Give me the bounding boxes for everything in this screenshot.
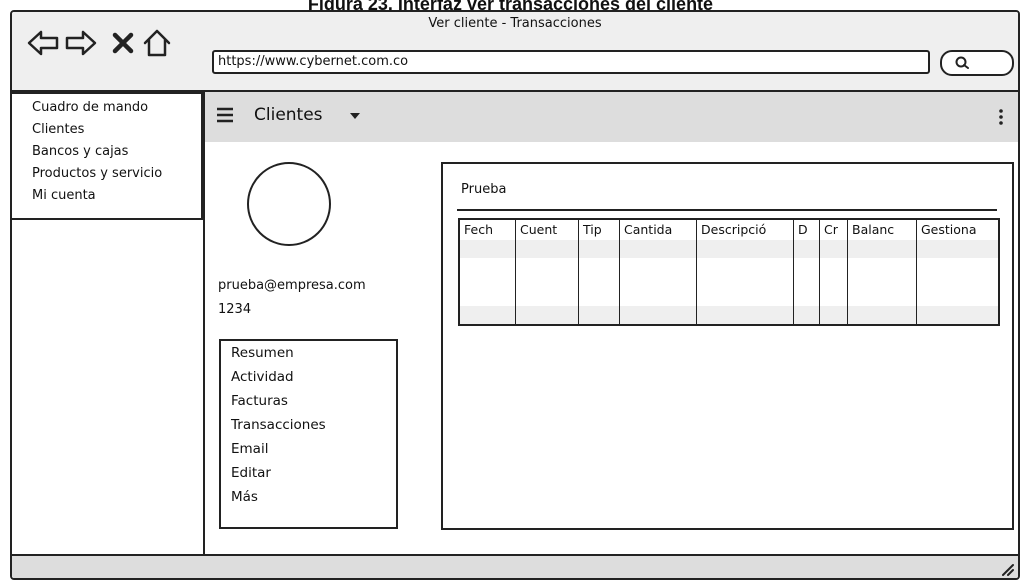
column-header: Cr bbox=[824, 222, 838, 237]
column-cantidad[interactable]: Cantida bbox=[620, 220, 697, 324]
nav-item-bancos-y-cajas[interactable]: Bancos y cajas bbox=[32, 144, 128, 159]
transactions-panel: Prueba Fech Cuent Tip Cantida Descripció… bbox=[441, 162, 1014, 530]
browser-titlebar: Ver cliente - Transacciones https://www.… bbox=[12, 12, 1018, 92]
client-menu-transacciones[interactable]: Transacciones bbox=[231, 417, 326, 433]
client-menu-editar[interactable]: Editar bbox=[231, 465, 271, 481]
clientes-dropdown[interactable]: Clientes bbox=[254, 105, 323, 125]
column-header: Descripció bbox=[701, 222, 767, 237]
transactions-table: Fech Cuent Tip Cantida Descripció D Cr B… bbox=[458, 218, 1000, 326]
url-field[interactable]: https://www.cybernet.com.co bbox=[212, 50, 930, 74]
hamburger-menu-icon[interactable] bbox=[216, 106, 234, 124]
client-menu-actividad[interactable]: Actividad bbox=[231, 369, 294, 385]
column-header: Balanc bbox=[852, 222, 895, 237]
panel-title: Prueba bbox=[461, 182, 507, 197]
close-icon[interactable] bbox=[106, 26, 140, 60]
column-header: Gestiona bbox=[921, 222, 977, 237]
column-balance[interactable]: Balanc bbox=[848, 220, 917, 324]
column-fecha[interactable]: Fech bbox=[460, 220, 516, 324]
arrow-right-icon[interactable] bbox=[64, 26, 98, 60]
column-debito[interactable]: D bbox=[794, 220, 820, 324]
column-cuenta[interactable]: Cuent bbox=[516, 220, 579, 324]
status-bar bbox=[12, 554, 1018, 578]
client-email: prueba@empresa.com bbox=[218, 278, 366, 293]
client-menu-email[interactable]: Email bbox=[231, 441, 268, 457]
nav-item-cuadro-de-mando[interactable]: Cuadro de mando bbox=[32, 100, 148, 115]
column-header: Tip bbox=[583, 222, 602, 237]
kebab-menu-icon[interactable] bbox=[998, 108, 1004, 126]
divider bbox=[457, 209, 997, 211]
client-menu-mas[interactable]: Más bbox=[231, 489, 258, 505]
app-bar: Clientes bbox=[202, 92, 1018, 142]
client-menu-facturas[interactable]: Facturas bbox=[231, 393, 288, 409]
nav-item-mi-cuenta[interactable]: Mi cuenta bbox=[32, 188, 96, 203]
nav-item-productos-y-servicio[interactable]: Productos y servicio bbox=[32, 166, 162, 181]
search-icon bbox=[955, 56, 969, 69]
navigation-menu: Cuadro de mando Clientes Bancos y cajas … bbox=[12, 92, 203, 220]
avatar bbox=[247, 162, 331, 246]
resize-grip-icon[interactable] bbox=[1000, 562, 1014, 576]
client-menu-resumen[interactable]: Resumen bbox=[231, 345, 294, 361]
column-gestionar[interactable]: Gestiona bbox=[917, 220, 998, 324]
column-header: Cantida bbox=[624, 222, 673, 237]
column-header: Fech bbox=[464, 222, 493, 237]
client-code: 1234 bbox=[218, 302, 252, 317]
home-icon[interactable] bbox=[140, 26, 174, 60]
search-field[interactable] bbox=[940, 50, 1014, 76]
column-header: Cuent bbox=[520, 222, 558, 237]
column-credito[interactable]: Cr bbox=[820, 220, 848, 324]
nav-item-clientes[interactable]: Clientes bbox=[32, 122, 84, 137]
chevron-down-icon[interactable] bbox=[350, 113, 360, 119]
client-menu: Resumen Actividad Facturas Transacciones… bbox=[219, 339, 398, 529]
arrow-left-icon[interactable] bbox=[26, 26, 60, 60]
browser-window: Ver cliente - Transacciones https://www.… bbox=[10, 10, 1020, 580]
column-header: D bbox=[798, 222, 808, 237]
column-tipo[interactable]: Tip bbox=[579, 220, 620, 324]
column-descripcion[interactable]: Descripció bbox=[697, 220, 794, 324]
